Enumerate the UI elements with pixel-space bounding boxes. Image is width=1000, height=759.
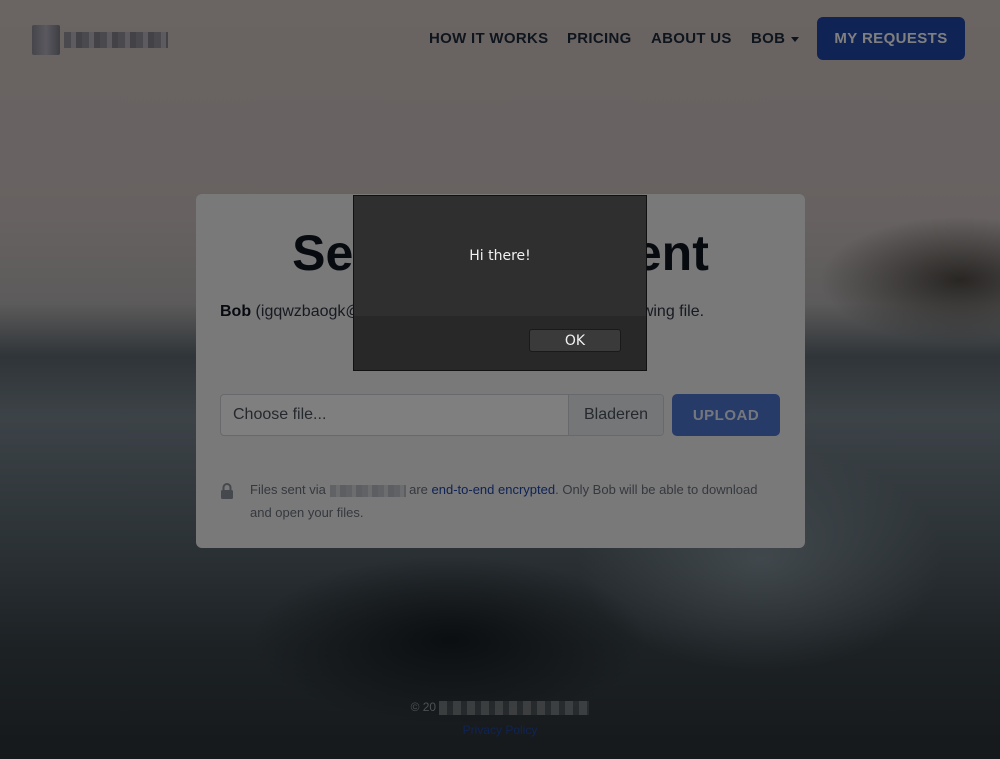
modal-backdrop [0,0,1000,759]
alert-dialog: Hi there! OK [353,195,647,371]
dialog-message: Hi there! [469,248,531,264]
ok-button[interactable]: OK [529,329,621,352]
